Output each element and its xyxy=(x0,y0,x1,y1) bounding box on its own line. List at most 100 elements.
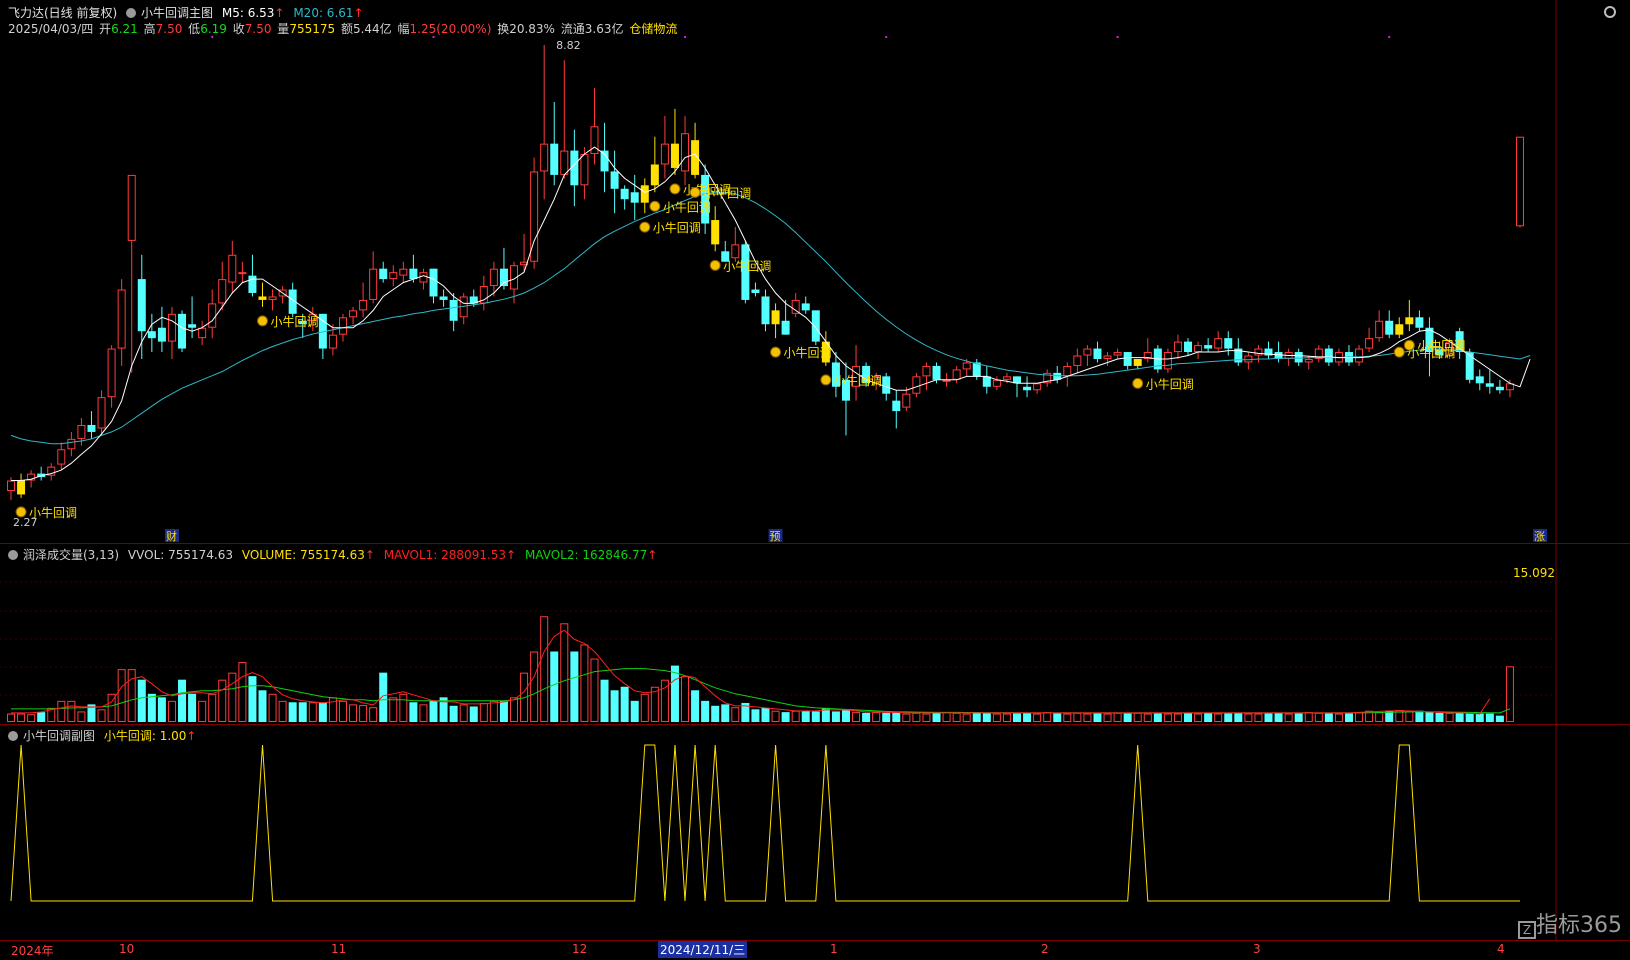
candle-body xyxy=(238,272,247,275)
sector-link[interactable]: 仓储物流 xyxy=(629,22,677,36)
candle-body xyxy=(670,143,679,168)
candle-body xyxy=(620,188,629,200)
volume-bar xyxy=(892,712,901,722)
mavol1-value: MAVOL1: 288091.53 xyxy=(383,548,507,562)
date-tick: 10 xyxy=(119,942,135,956)
candle-body xyxy=(7,480,15,491)
close-label: 收 xyxy=(232,22,245,36)
volume-bar xyxy=(610,690,619,722)
volume-bar xyxy=(1214,713,1223,723)
candle-body xyxy=(1163,352,1172,370)
candle-body xyxy=(1103,355,1112,359)
volume-bar xyxy=(349,704,358,722)
volume-bar xyxy=(1153,713,1162,722)
volume-bar xyxy=(600,679,609,722)
date-tick: 11 xyxy=(331,942,347,956)
volume-bar xyxy=(801,710,810,722)
candle-body xyxy=(208,303,217,328)
volume-bar xyxy=(449,705,458,722)
candle-body xyxy=(17,480,26,495)
m5-line xyxy=(11,146,1531,481)
volume-bar xyxy=(318,702,327,722)
signal-indicator-name[interactable]: 小牛回调副图 xyxy=(23,729,95,743)
money-bag-icon xyxy=(257,315,268,327)
signal-settings-icon[interactable] xyxy=(8,731,18,741)
mavol2-arrow-icon: ↑ xyxy=(647,548,658,562)
volume-bar xyxy=(982,712,991,722)
candle-body xyxy=(1184,341,1193,353)
date-tick: 4 xyxy=(1497,942,1505,956)
volume-settings-icon[interactable] xyxy=(8,550,18,560)
volume-bar xyxy=(167,700,176,723)
volume-bar xyxy=(338,700,347,723)
stock-name[interactable]: 飞力达(日线 前复权) xyxy=(8,6,117,20)
volume-bar xyxy=(27,714,36,722)
candle-body xyxy=(188,324,197,328)
volume-panel xyxy=(7,616,1514,723)
float-value: 流通3.63亿 xyxy=(560,22,624,36)
volume-arrow-icon: ↑ xyxy=(364,548,375,562)
money-bag-icon xyxy=(820,374,832,386)
candle-body xyxy=(178,313,187,349)
candle-body xyxy=(751,289,760,293)
candle-body xyxy=(1133,358,1142,366)
candle-body xyxy=(248,275,257,293)
candle-body xyxy=(87,424,96,432)
top-marker-dot xyxy=(1116,36,1119,38)
date-tick: 1 xyxy=(830,942,838,956)
signal-panel xyxy=(10,744,1520,902)
date-axis[interactable]: 2024年 10 11 12 2024/12/11/三 1 2 3 4 xyxy=(0,940,1630,960)
candle-body xyxy=(127,174,136,241)
amount-value: 额5.44亿 xyxy=(340,22,392,36)
candle-body xyxy=(681,133,690,172)
chart-canvas[interactable]: 小牛回调小牛回调小牛回调小牛回调小牛回调小牛回调小牛回调小牛回调小牛回调 小牛回调… xyxy=(0,0,1630,959)
candle-body xyxy=(1365,338,1374,349)
volume-bar xyxy=(701,700,710,722)
date-tick: 2024年 xyxy=(11,944,54,958)
signal-label: 小牛回调 xyxy=(271,314,319,329)
candle-body xyxy=(359,299,368,311)
volume-bar xyxy=(1184,712,1193,722)
volume-bar xyxy=(1073,712,1082,723)
candle-body xyxy=(1304,358,1313,363)
candle-body xyxy=(137,279,146,332)
volume-bar xyxy=(1194,713,1203,723)
volume-bar xyxy=(238,662,247,723)
candle-body xyxy=(429,268,438,297)
volume-bar xyxy=(409,702,418,722)
open-label: 开 xyxy=(99,22,112,36)
volume-indicator-name[interactable]: 润泽成交量(3,13) xyxy=(23,548,119,562)
volume-bar xyxy=(157,697,166,722)
main-indicator-name[interactable]: 小牛回调主图 xyxy=(141,6,213,20)
candle-body xyxy=(1033,383,1042,391)
candle-body xyxy=(409,268,418,280)
volume-bar xyxy=(902,713,911,723)
candle-body xyxy=(982,376,991,387)
volume-bar xyxy=(1375,712,1384,723)
m5-value: M5: 6.53 xyxy=(221,6,275,20)
volume-bar xyxy=(1284,713,1293,723)
volume-bar xyxy=(499,700,508,722)
candle-body xyxy=(77,424,86,439)
volume-bar xyxy=(218,679,227,723)
indicator-settings-icon[interactable] xyxy=(126,8,137,18)
candle-body xyxy=(1083,348,1092,356)
volume-bar xyxy=(379,672,388,722)
candle-body xyxy=(560,150,569,175)
settings-circle-icon[interactable] xyxy=(1604,6,1616,18)
candle-body xyxy=(902,393,911,408)
candle-body xyxy=(379,268,388,280)
volume-bar xyxy=(1143,713,1152,723)
volume-bar xyxy=(670,665,679,722)
volume-bar xyxy=(489,700,498,723)
volume-bar xyxy=(208,693,217,722)
money-bag-icon xyxy=(1393,346,1405,358)
volume-bar xyxy=(1264,713,1273,722)
signal-label: 小牛回调 xyxy=(784,345,832,360)
candle-body xyxy=(57,449,66,465)
volume-field: VOLUME: 755174.63↑ xyxy=(242,548,375,562)
volume-value: 755175 xyxy=(289,22,336,36)
stock-chart-terminal: 小牛回调 小牛回调 小牛回调 小牛回调 小牛回调 小牛回调 小牛回调 小牛回调 小牛回调 小牛回调… xyxy=(0,0,1630,959)
volume-bar xyxy=(751,709,760,722)
money-bag-icon xyxy=(1132,377,1144,389)
